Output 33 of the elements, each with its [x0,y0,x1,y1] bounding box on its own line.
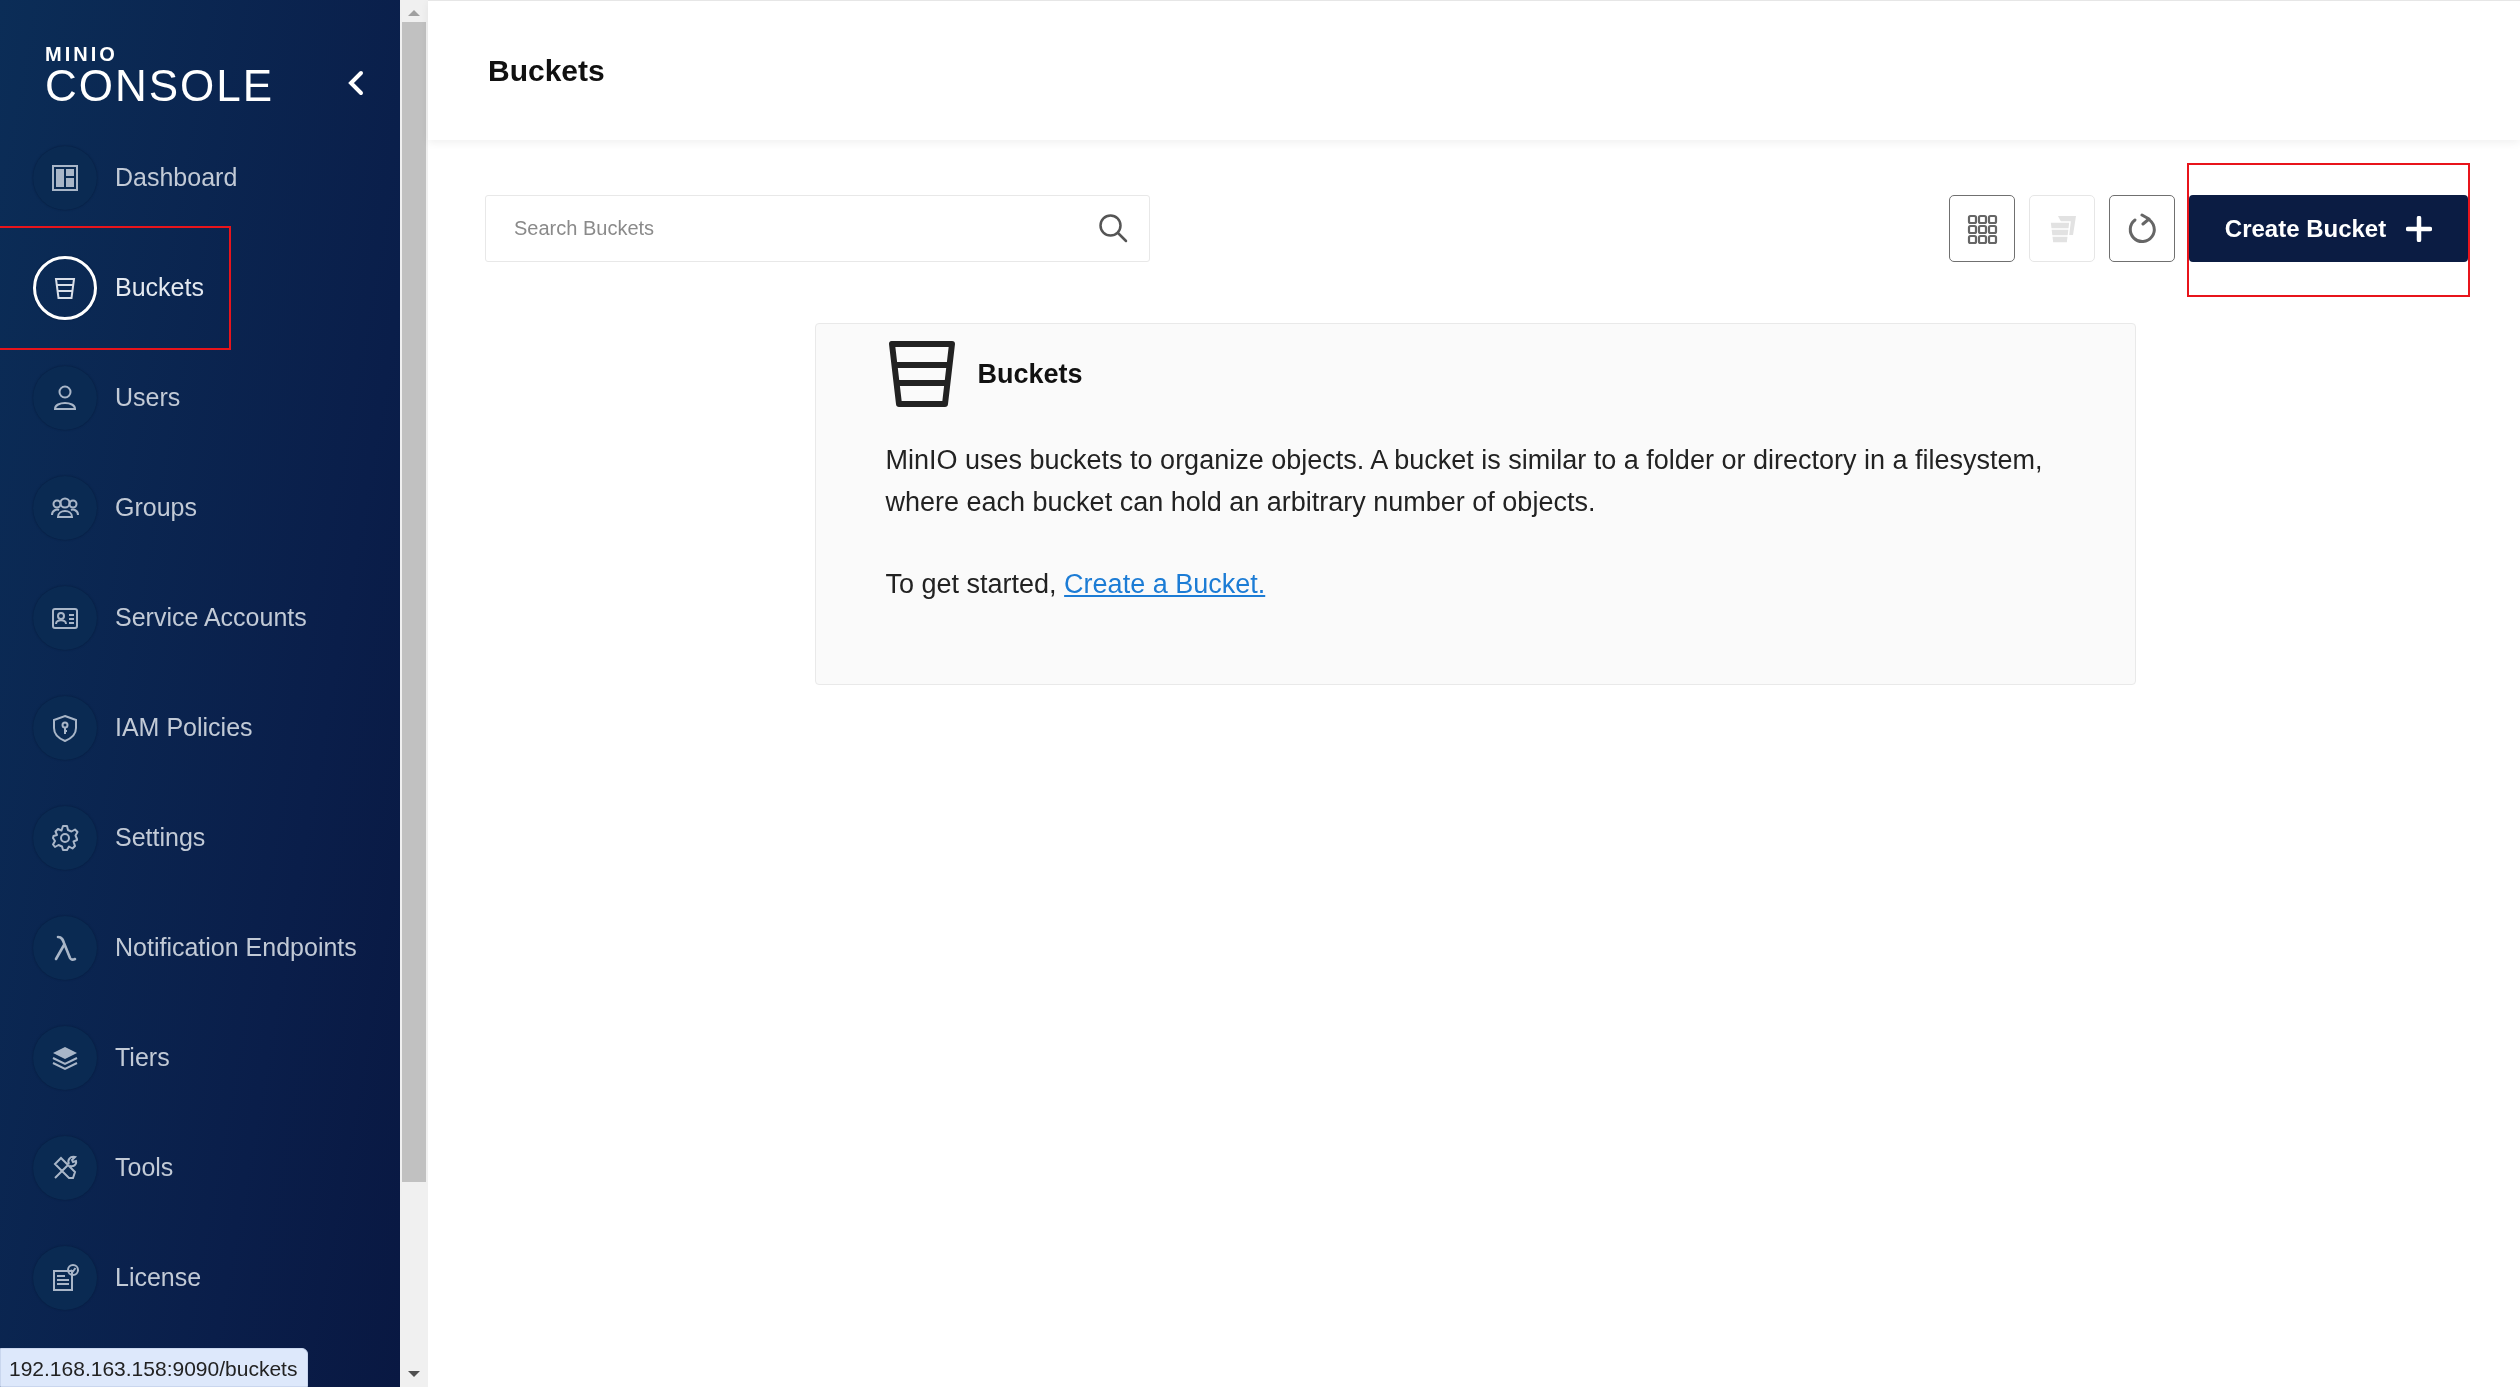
search-field[interactable]: Search Buckets [485,195,1150,262]
sidebar-nav-item[interactable]: Settings [0,806,212,870]
grid-view-button[interactable] [1949,195,2015,262]
logo-brand: MINIO [45,44,118,64]
sidebar-nav-item[interactable]: IAM Policies [0,696,259,760]
empty-state-description: MinIO uses buckets to organize objects. A bucket is similar to a folder or directory in a filesystem, where each bucket can hold an arbitrary number of objects. [885,444,2044,519]
sidebar-nav-item[interactable]: Dashboard [0,146,244,210]
sidebar-nav-item[interactable]: Tiers [0,1026,176,1090]
sidebar-nav-item[interactable]: Groups [0,476,203,540]
refresh-icon [2126,212,2158,245]
empty-state-title: Buckets [977,357,1083,391]
sidebar-nav-item[interactable]: Notification Endpoints [0,916,363,980]
status-url: 192.168.163.158:9090/buckets [0,1347,309,1387]
sidebar-nav-item[interactable]: Buckets [0,228,229,348]
create-bucket-button[interactable]: Create Bucket [2189,195,2468,262]
dashboard-icon [49,162,81,194]
search-icon [1098,213,1128,243]
refresh-button[interactable] [2109,195,2175,262]
sidebar-nav-item[interactable]: Users [0,366,187,430]
get-started-text: To get started, Create a Bucket. [885,567,1267,601]
plus-icon [2406,215,2433,242]
scrollbar-thumb[interactable] [402,22,426,1182]
logo-product: CONSOLE [45,64,275,108]
sidebar-nav-item[interactable]: Tools [0,1136,180,1200]
page-title: Buckets [488,52,605,89]
scroll-down-arrow-icon[interactable] [407,1369,421,1379]
create-bucket-link[interactable]: Create a Bucket. [1064,568,1266,599]
sidebar-nav-item[interactable]: License [0,1246,208,1310]
scrollbar[interactable] [400,0,428,1387]
grid-view-icon [1966,212,1998,245]
collapse-chevron-icon[interactable] [347,70,365,96]
settings-icon [49,822,81,854]
sidebar-nav-item[interactable]: Service Accounts [0,586,313,650]
